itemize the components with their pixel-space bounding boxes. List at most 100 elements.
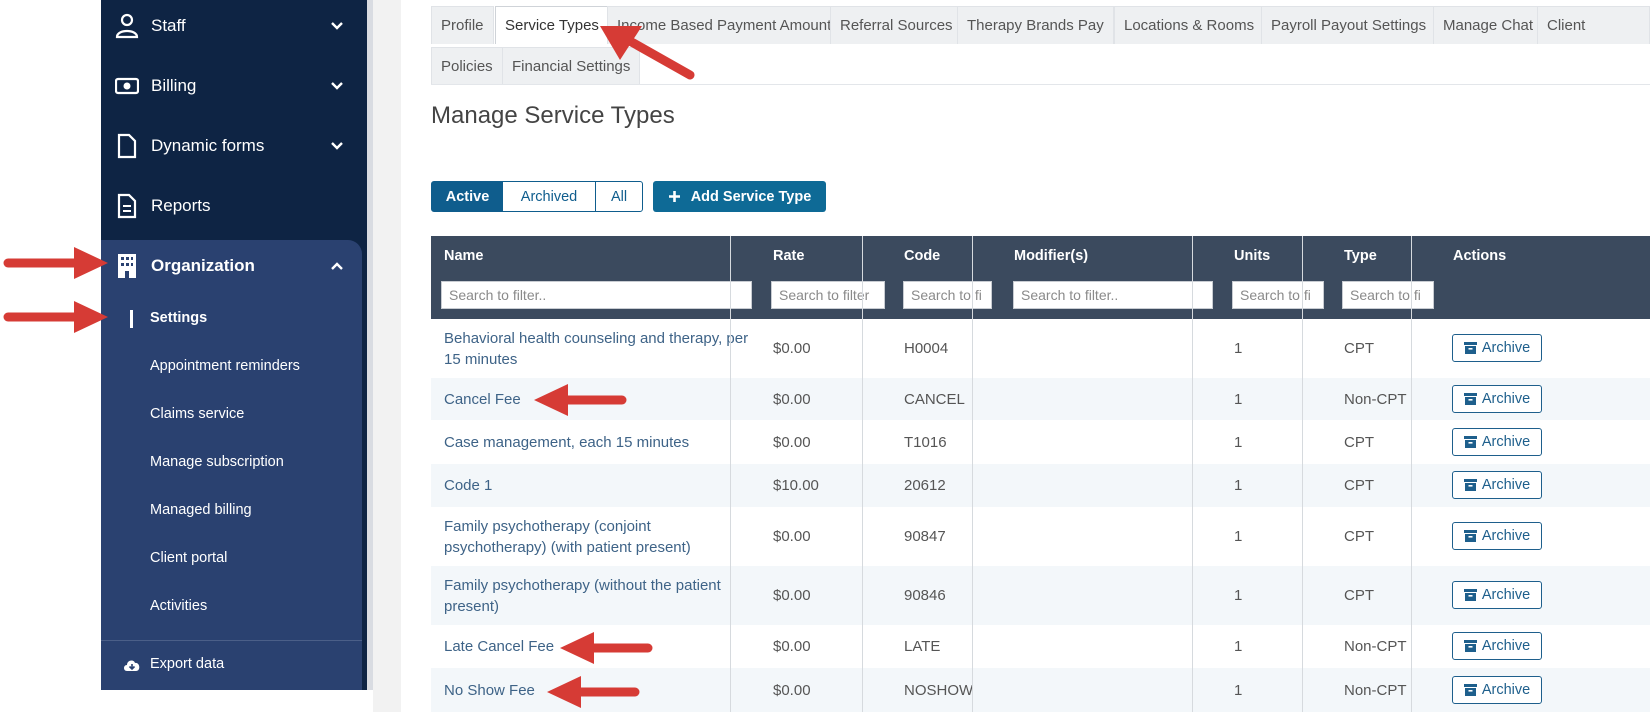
chevron-down-icon [331, 82, 343, 90]
building-icon [118, 254, 136, 278]
archive-button[interactable]: Archive [1452, 334, 1542, 362]
service-name[interactable]: Behavioral health counseling and therapy… [444, 319, 749, 378]
sidebar-subitem-manage-subscription[interactable]: Manage subscription [150, 454, 284, 470]
units-filter-input[interactable] [1232, 281, 1324, 309]
tab-manage-chat[interactable]: Manage Chat [1433, 6, 1544, 44]
service-code: T1016 [904, 433, 947, 451]
column-header-modifiers[interactable]: Modifier(s) [1014, 248, 1088, 264]
annotation-arrow-icon [600, 26, 695, 80]
service-type: Non-CPT [1344, 390, 1407, 408]
column-header-type[interactable]: Type [1344, 248, 1377, 264]
service-units: 1 [1234, 477, 1243, 494]
filter-all-button[interactable]: All [595, 181, 643, 212]
sidebar-subitem-managed-billing[interactable]: Managed billing [150, 502, 252, 518]
column-header-code[interactable]: Code [904, 248, 940, 264]
tabs-divider [431, 84, 1650, 85]
document-icon [117, 133, 137, 159]
tab-therapy-brands-pay[interactable]: Therapy Brands Pay [957, 6, 1114, 44]
archive-button[interactable]: Archive [1452, 385, 1542, 413]
archive-label: Archive [1481, 587, 1531, 603]
sidebar-subitem-settings[interactable]: Settings [150, 310, 207, 326]
sidebar-subitem-appointment-reminders[interactable]: Appointment reminders [150, 358, 300, 374]
archive-box-icon [1463, 640, 1477, 652]
service-code: H0004 [904, 340, 949, 357]
sidebar-item-billing[interactable]: Billing [101, 60, 372, 112]
sidebar-item-organization[interactable]: Organization [101, 240, 372, 292]
rate-filter-input[interactable] [771, 281, 885, 309]
service-units: 1 [1234, 433, 1243, 451]
tab-service-types[interactable]: Service Types [495, 6, 609, 44]
service-type: CPT [1344, 340, 1374, 357]
sidebar-subitem-activities[interactable]: Activities [150, 598, 207, 614]
tab-payroll-payout-settings[interactable]: Payroll Payout Settings [1261, 6, 1437, 44]
service-type: Non-CPT [1344, 638, 1407, 655]
archive-box-icon [1463, 684, 1477, 696]
table-row: Behavioral health counseling and therapy… [431, 319, 1650, 378]
service-units: 1 [1234, 638, 1243, 655]
archive-box-icon [1463, 530, 1477, 542]
archive-box-icon [1463, 393, 1477, 405]
service-code: 90847 [904, 528, 946, 545]
column-divider [1192, 236, 1193, 712]
column-divider [862, 236, 863, 712]
name-filter-input[interactable] [441, 281, 752, 309]
service-rate: $0.00 [773, 587, 811, 604]
table-row: Case management, each 15 minutes $0.00 T… [431, 420, 1650, 464]
active-indicator [130, 310, 133, 328]
service-rate: $0.00 [773, 528, 811, 545]
archive-button[interactable]: Archive [1452, 632, 1542, 660]
sidebar-item-dynamic-forms[interactable]: Dynamic forms [101, 120, 372, 172]
sidebar-subitem-client-portal[interactable]: Client portal [150, 550, 227, 566]
sidebar-item-label: Reports [151, 196, 211, 215]
archive-button[interactable]: Archive [1452, 471, 1542, 499]
add-service-type-button[interactable]: Add Service Type [653, 181, 826, 212]
column-header-units[interactable]: Units [1234, 248, 1270, 264]
service-units: 1 [1234, 340, 1243, 357]
table-row: Code 1 $10.00 20612 1 CPT Archive [431, 464, 1650, 507]
column-header-name[interactable]: Name [444, 248, 484, 264]
table-row: Family psychotherapy (without the patien… [431, 566, 1650, 625]
user-icon [115, 13, 139, 39]
sidebar-item-staff[interactable]: Staff [101, 0, 372, 52]
service-type: CPT [1344, 528, 1374, 545]
archive-button[interactable]: Archive [1452, 428, 1542, 456]
chevron-down-icon [331, 22, 343, 30]
column-divider [1411, 236, 1412, 712]
sidebar-item-label: Dynamic forms [151, 136, 265, 155]
service-name[interactable]: Case management, each 15 minutes [444, 420, 749, 464]
sidebar-subitem-claims-service[interactable]: Claims service [150, 406, 244, 422]
tab-referral-sources[interactable]: Referral Sources [830, 6, 963, 44]
column-divider [730, 236, 731, 712]
tab-client[interactable]: Client [1537, 6, 1650, 44]
archive-box-icon [1463, 342, 1477, 354]
service-name[interactable]: Code 1 [444, 464, 749, 507]
service-units: 1 [1234, 587, 1243, 604]
service-type: Non-CPT [1344, 681, 1407, 699]
filter-active-button[interactable]: Active [431, 181, 504, 212]
cloud-download-icon [124, 660, 140, 671]
column-header-rate[interactable]: Rate [773, 248, 804, 264]
code-filter-input[interactable] [903, 281, 992, 309]
filter-archived-button[interactable]: Archived [503, 181, 596, 212]
annotation-arrow-icon [547, 676, 640, 708]
tab-policies[interactable]: Policies [431, 47, 503, 85]
archive-button[interactable]: Archive [1452, 581, 1542, 609]
tab-locations-rooms[interactable]: Locations & Rooms [1114, 6, 1265, 44]
archive-button[interactable]: Archive [1452, 522, 1542, 550]
archive-label: Archive [1481, 638, 1531, 654]
tab-profile[interactable]: Profile [431, 6, 494, 44]
service-name[interactable]: Family psychotherapy (conjoint psychothe… [444, 507, 749, 566]
service-units: 1 [1234, 390, 1243, 408]
sidebar: Staff Billing Dynamic forms Reports Orga… [101, 0, 372, 690]
table-header: Name Rate Code Modifier(s) Units Type Ac… [431, 236, 1650, 319]
export-data-link[interactable]: Export data [101, 640, 362, 690]
service-name[interactable]: Family psychotherapy (without the patien… [444, 566, 749, 625]
archive-button[interactable]: Archive [1452, 676, 1542, 704]
modifiers-filter-input[interactable] [1013, 281, 1213, 309]
archive-box-icon [1463, 479, 1477, 491]
sidebar-item-reports[interactable]: Reports [101, 180, 372, 232]
chevron-down-icon [331, 142, 343, 150]
annotation-arrow-icon [3, 247, 108, 279]
service-rate: $0.00 [773, 340, 811, 357]
type-filter-input[interactable] [1342, 281, 1434, 309]
